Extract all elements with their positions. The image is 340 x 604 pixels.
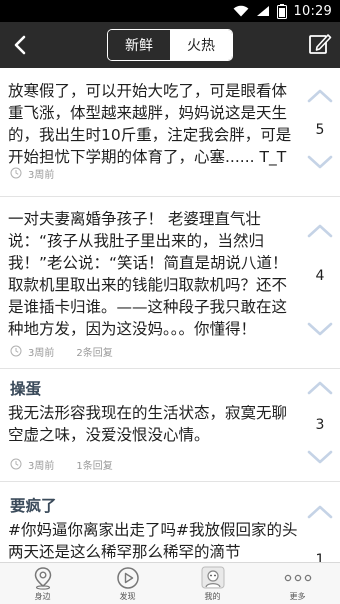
clock-icon <box>10 458 22 470</box>
location-pin-icon <box>34 567 51 590</box>
post-text: 放寒假了，可以开始大吃了，可是眼看体重飞涨，体型越来越胖，妈妈说这是天生的，我出… <box>8 82 292 166</box>
battery-icon <box>276 3 287 19</box>
downvote-arrow-icon[interactable] <box>306 154 334 170</box>
feed-segmented-control: 新鲜 火热 <box>107 29 233 61</box>
profile-avatar-icon <box>201 566 224 589</box>
tab-new[interactable]: 新鲜 <box>108 30 170 60</box>
vote-control: 3 <box>300 369 340 482</box>
tab-label: 我的 <box>204 592 221 601</box>
upvote-arrow-icon[interactable] <box>306 88 334 104</box>
vote-count: 1 <box>315 552 325 562</box>
nav-bar: 新鲜 火热 <box>0 22 340 68</box>
post-card[interactable]: 放寒假了，可以开始大吃了，可是眼看体重飞涨，体型越来越胖，妈妈说这是天生的，我出… <box>0 68 340 197</box>
tab-label: 身边 <box>34 592 51 601</box>
tab-nearby[interactable]: 身边 <box>0 563 85 604</box>
post-text: 我无法形容我现在的生活状态，寂寞无聊空虚之味，没爱没恨没心情。 <box>8 404 288 444</box>
vote-control: 5 <box>300 68 340 197</box>
tab-discover[interactable]: 发现 <box>85 563 170 604</box>
vote-control: 1 <box>300 482 340 562</box>
bottom-tab-bar: 身边 发现 我的 更多 <box>0 562 340 604</box>
post-meta: 3周前 <box>10 165 54 181</box>
vote-count: 4 <box>315 268 325 284</box>
more-dots-icon <box>284 574 311 582</box>
upvote-arrow-icon[interactable] <box>306 380 334 396</box>
tab-hot[interactable]: 火热 <box>170 30 232 60</box>
status-time: 10:29 <box>293 3 332 19</box>
post-card[interactable]: 操蛋 我无法形容我现在的生活状态，寂寞无聊空虚之味，没爱没恨没心情。 3周前 1… <box>0 369 340 482</box>
wifi-icon <box>233 5 248 17</box>
post-meta: 3周前 1条回复 <box>10 456 113 472</box>
tab-more[interactable]: 更多 <box>255 563 340 604</box>
post-card[interactable]: 要疯了 #你妈逼你离家出走了吗#我放假回家的头两天还是这么稀罕那么稀罕的滴节 1 <box>0 482 340 562</box>
discover-play-icon <box>116 567 139 589</box>
back-chevron-icon[interactable] <box>6 30 36 60</box>
vote-count: 3 <box>315 417 325 433</box>
post-time: 3周前 <box>28 460 55 472</box>
reply-count[interactable]: 1条回复 <box>76 457 112 472</box>
post-time: 3周前 <box>28 169 55 181</box>
tab-mine[interactable]: 我的 <box>170 563 255 604</box>
vote-count: 5 <box>315 122 325 138</box>
upvote-arrow-icon[interactable] <box>306 504 334 520</box>
post-text: 一对夫妻离婚争孩子！ 老婆理直气壮说：“孩子从我肚子里出来的，当然归我！”老公说… <box>8 210 288 338</box>
post-title: 要疯了 <box>10 497 57 515</box>
post-feed[interactable]: 放寒假了，可以开始大吃了，可是眼看体重飞涨，体型越来越胖，妈妈说这是天生的，我出… <box>0 68 340 562</box>
upvote-arrow-icon[interactable] <box>306 223 334 239</box>
reply-count[interactable]: 2条回复 <box>76 344 112 359</box>
compose-edit-icon[interactable] <box>308 32 332 56</box>
vote-control: 4 <box>300 197 340 369</box>
post-time: 3周前 <box>28 347 55 359</box>
post-title: 操蛋 <box>10 380 42 398</box>
tab-label: 更多 <box>289 592 306 601</box>
clock-icon <box>10 167 22 179</box>
post-meta: 3周前 2条回复 <box>10 343 113 359</box>
downvote-arrow-icon[interactable] <box>306 449 334 465</box>
tab-label: 发现 <box>119 592 136 601</box>
clock-icon <box>10 345 22 357</box>
post-text: #你妈逼你离家出走了吗#我放假回家的头两天还是这么稀罕那么稀罕的滴节 <box>8 521 298 561</box>
downvote-arrow-icon[interactable] <box>306 321 334 337</box>
post-card[interactable]: 一对夫妻离婚争孩子！ 老婆理直气壮说：“孩子从我肚子里出来的，当然归我！”老公说… <box>0 197 340 369</box>
signal-icon <box>256 6 269 16</box>
status-bar: 10:29 <box>0 0 340 22</box>
